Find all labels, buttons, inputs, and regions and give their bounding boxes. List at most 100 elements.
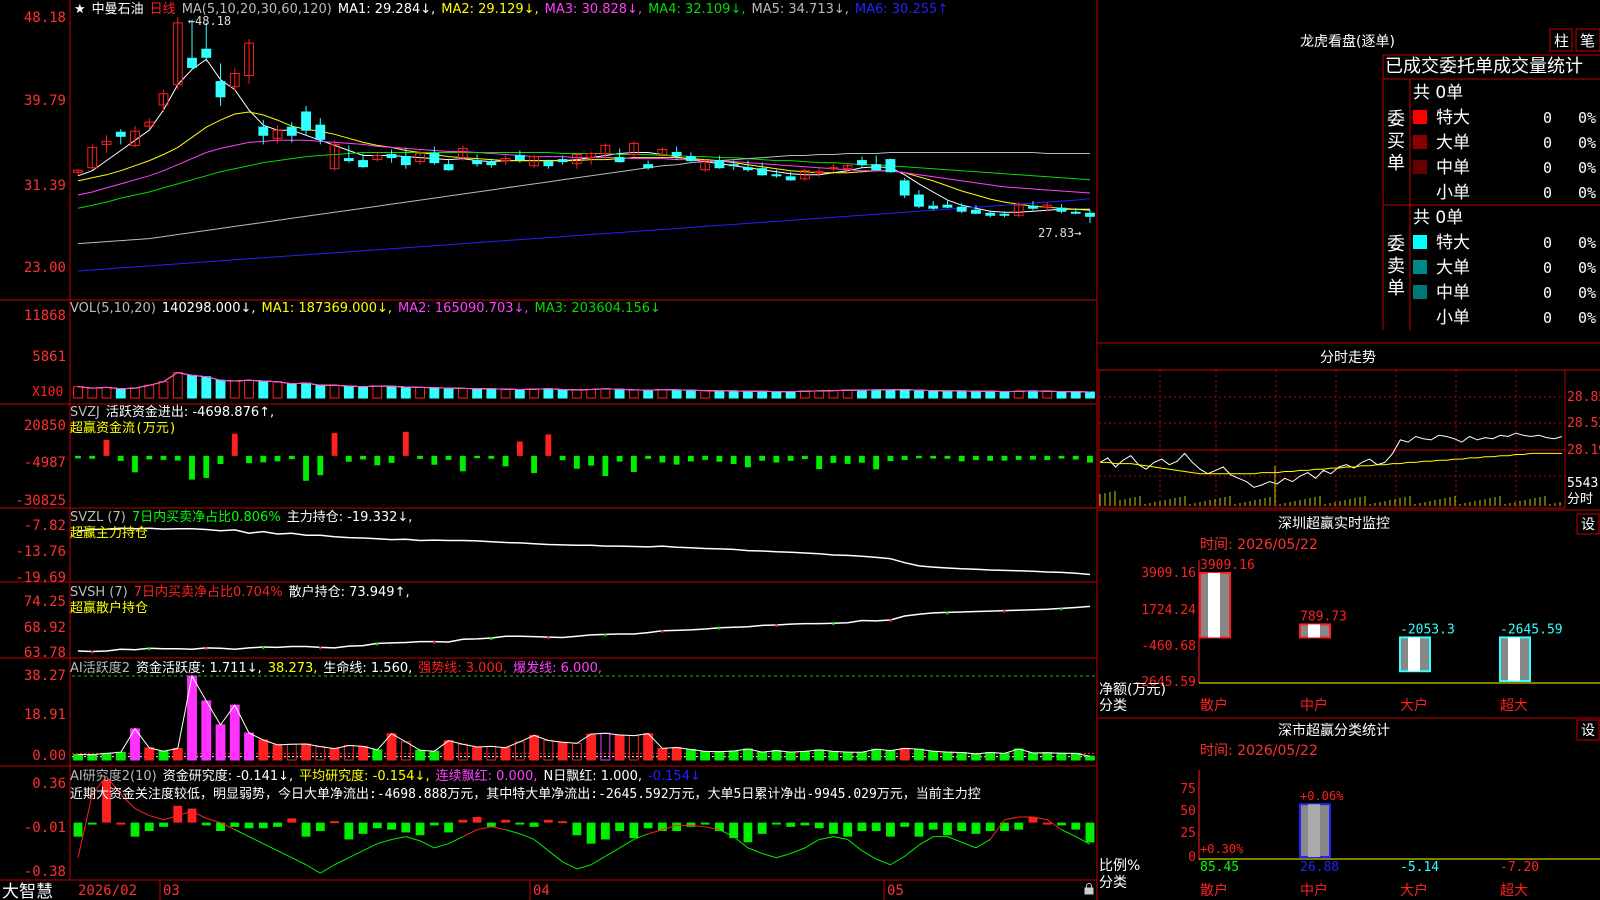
flow-bar (930, 455, 937, 459)
activity-bar (415, 749, 426, 761)
volume-bar (771, 391, 782, 399)
monitor-title: 深圳超赢实时监控 (1278, 515, 1390, 532)
flow-bar (744, 455, 751, 468)
research-bar (843, 822, 853, 837)
retail-dot (946, 611, 949, 615)
volume-bar (728, 390, 739, 399)
research-bar (786, 822, 796, 827)
research-bar (814, 822, 824, 829)
intraday-title: 分时走势 (1320, 350, 1376, 366)
research-bar (372, 822, 382, 829)
order-pct: 0% (1578, 259, 1596, 277)
app-brand: 大智慧 (2, 882, 53, 900)
candle-body (472, 160, 483, 165)
legend-item: SVZL (7) (70, 510, 126, 525)
monitor-y-tick: 1724.24 (1141, 603, 1196, 618)
side-label: 买 (1387, 131, 1405, 152)
order-pct: 0% (1578, 309, 1596, 327)
flow-bar (645, 455, 652, 459)
flow-bar (531, 455, 537, 474)
candle-body (386, 154, 397, 159)
volume-bar (671, 389, 682, 399)
retail-dot (148, 647, 151, 651)
research-bar (729, 822, 739, 839)
candle-body (514, 155, 525, 161)
research-bar (757, 822, 767, 834)
legend-item: SVZJ (70, 405, 100, 420)
classify-top-label: +0.06% (1300, 789, 1344, 803)
lhb-header: 已成交委托单成交量统计 (1385, 56, 1583, 77)
activity-bar (899, 747, 910, 761)
monitor-ylabel: 净额(万元) (1099, 682, 1166, 698)
retail-dot (775, 623, 778, 627)
research-bar (586, 822, 596, 844)
activity-bar (101, 752, 112, 761)
research-bar (301, 822, 311, 837)
order-value: 0 (1543, 159, 1552, 177)
volume-bar (557, 389, 568, 399)
research-bar (971, 822, 981, 834)
stock-analysis-chart[interactable]: ←48.1827.83→ X100 ★ 中曼石油 日线 MA(5,10,20,30,6… (0, 0, 1600, 900)
research-bar (287, 818, 297, 823)
candle-body (358, 160, 368, 168)
legend-item: ★ (74, 2, 86, 17)
flow-bar (1087, 455, 1093, 463)
monitor-bar-label: -2053.3 (1400, 622, 1455, 637)
y-tick-label: 74.25 (24, 594, 66, 610)
side-label: 单 (1387, 278, 1405, 299)
candle-body (971, 209, 981, 214)
activity-bar (1013, 748, 1024, 761)
classify-y-tick: 0 (1188, 850, 1196, 865)
retail-dot (1060, 607, 1063, 611)
candle-body (942, 204, 953, 208)
activity-bar (771, 750, 782, 761)
research-bar (330, 821, 339, 824)
y-tick-label: 31.39 (24, 178, 66, 194)
research-bar (700, 822, 710, 825)
monitor-y-tick: -460.68 (1141, 639, 1196, 654)
volume-bar (942, 390, 953, 399)
monitor-bar-label: 3909.16 (1200, 558, 1255, 573)
research-bar (401, 822, 411, 833)
retail-dot (832, 622, 835, 626)
research-bar (800, 822, 810, 826)
flow-bar (873, 455, 880, 470)
volume-bar (429, 387, 440, 399)
legend-item: 爆发线: 6.000, (513, 660, 602, 676)
classify-top-label: +0.30% (1200, 842, 1244, 856)
activity-bar (87, 754, 98, 761)
candle-body (315, 124, 326, 140)
flow-bar (702, 455, 709, 460)
volume-bar (742, 390, 753, 399)
activity-bar (671, 746, 682, 761)
retail-dot (718, 626, 721, 630)
volume-bar (1085, 391, 1095, 399)
y-tick-label: -0.38 (24, 864, 66, 880)
y-tick-label: 63.78 (24, 645, 66, 661)
order-type: 中单 (1436, 283, 1470, 303)
research-bar (529, 822, 539, 827)
activity-bar (187, 675, 197, 761)
tick-view-label: 笔 (1580, 32, 1595, 50)
flow-bar (730, 455, 737, 465)
candle-body (187, 57, 197, 68)
research-bar (857, 822, 867, 832)
research-bar (87, 822, 97, 825)
candle-body (614, 157, 625, 163)
classify-y-tick: 50 (1180, 804, 1196, 819)
volume-bar (928, 390, 939, 399)
flow-bar (1015, 455, 1022, 460)
y-tick-label: 38.27 (24, 668, 66, 684)
candle-body (115, 131, 126, 137)
activity-bar (1056, 752, 1067, 761)
activity-bar (657, 747, 668, 761)
legend-item: 强势线: 3.000, (418, 660, 507, 676)
legend-swatch (1413, 110, 1427, 124)
date-label: 04 (533, 883, 550, 899)
volume-bar (857, 389, 867, 399)
research-bar (943, 822, 952, 836)
date-label: 05 (887, 883, 904, 899)
activity-bar (942, 751, 953, 761)
legend-item: MA1: 29.284↓, (338, 2, 435, 17)
activity-bar (742, 748, 753, 761)
